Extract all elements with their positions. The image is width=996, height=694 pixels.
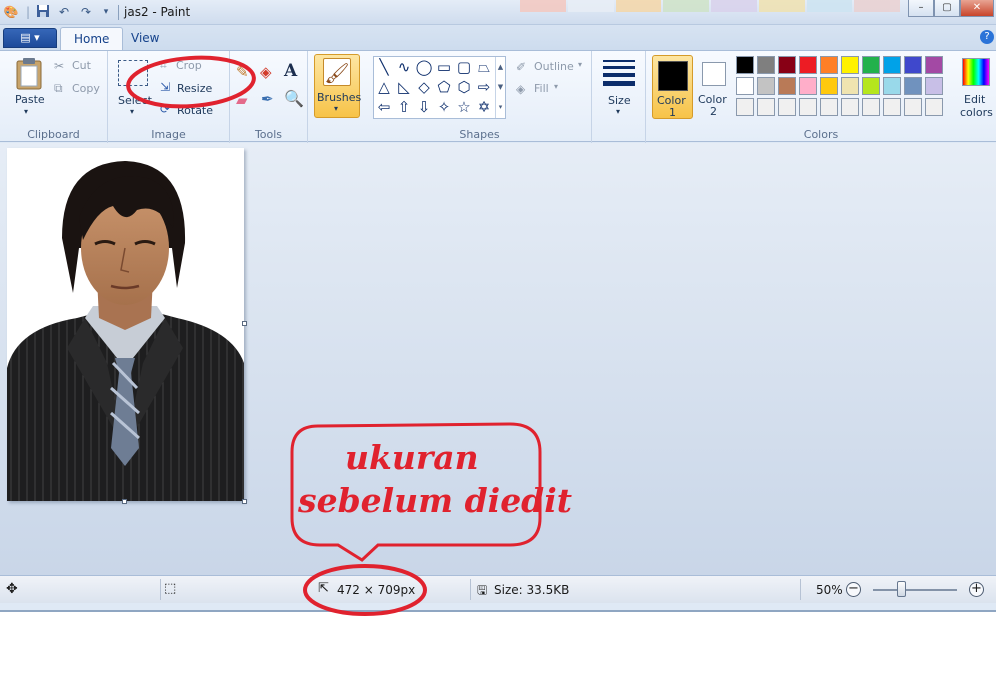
annotation-text-line2: sebelum diedit xyxy=(298,481,573,520)
resize-highlight-ellipse xyxy=(126,55,256,109)
annotation-overlay xyxy=(126,55,542,616)
paint-screenshot: 🎨 | ↶ ↷ ▾ jas2 - Paint – ▢ ✕ ▤ ▾ Home Vi… xyxy=(0,0,996,694)
annotation-text-line1: ukuran xyxy=(345,438,479,477)
pixel-size-highlight-ellipse xyxy=(303,564,427,616)
